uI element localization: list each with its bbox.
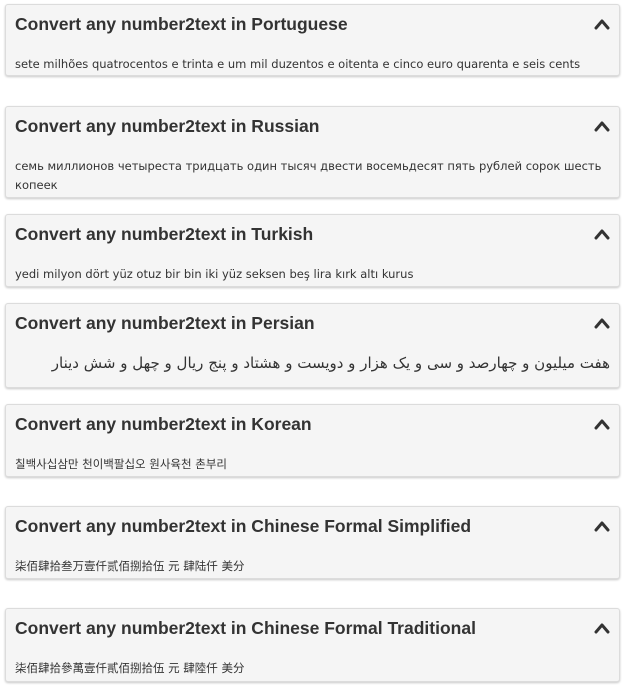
chevron-up-icon[interactable] [594,622,610,634]
card-title: Convert any number2text in Turkish [15,224,314,244]
chevron-up-icon[interactable] [594,18,610,30]
card-text: семь миллионов четыреста тридцать один т… [15,159,602,192]
card-text: 칠백사십삼만 천이백팔십오 원사육천 촌부리 [15,457,227,471]
card-chinese-traditional: Convert any number2text in Chinese Forma… [5,608,620,682]
card-chinese-simplified: Convert any number2text in Chinese Forma… [5,506,620,579]
card-text: sete milhões quatrocentos e trinta e um … [15,57,581,71]
card-korean: Convert any number2text in Korean 칠백사십삼만… [5,404,620,477]
card-title: Convert any number2text in Persian [15,313,315,333]
chevron-up-icon[interactable] [594,317,610,329]
card-text: 柒佰肆拾叁万壹仟贰佰捌拾伍 元 肆陆仟 美分 [15,559,245,573]
card-text: 柒佰肆拾參萬壹仟貳佰捌拾伍 元 肆陸仟 美分 [15,661,245,675]
chevron-up-icon[interactable] [594,520,610,532]
card-text: هفت میلیون و چهارصد و سی و یک هزار و دوی… [51,354,610,372]
chevron-up-icon[interactable] [594,120,610,132]
card-turkish: Convert any number2text in Turkish yedi … [5,214,620,287]
card-russian: Convert any number2text in Russian семь … [5,106,620,198]
card-title: Convert any number2text in Chinese Forma… [15,618,476,638]
card-title: Convert any number2text in Chinese Forma… [15,516,472,536]
card-title: Convert any number2text in Russian [15,116,320,136]
card-text: yedi milyon dört yüz otuz bir bin iki yü… [15,267,414,281]
card-portuguese: Convert any number2text in Portuguese se… [5,4,620,76]
card-persian: Convert any number2text in Persian هفت م… [5,303,620,388]
card-title: Convert any number2text in Korean [15,414,312,434]
card-title: Convert any number2text in Portuguese [15,14,348,34]
chevron-up-icon[interactable] [594,418,610,430]
chevron-up-icon[interactable] [594,228,610,240]
